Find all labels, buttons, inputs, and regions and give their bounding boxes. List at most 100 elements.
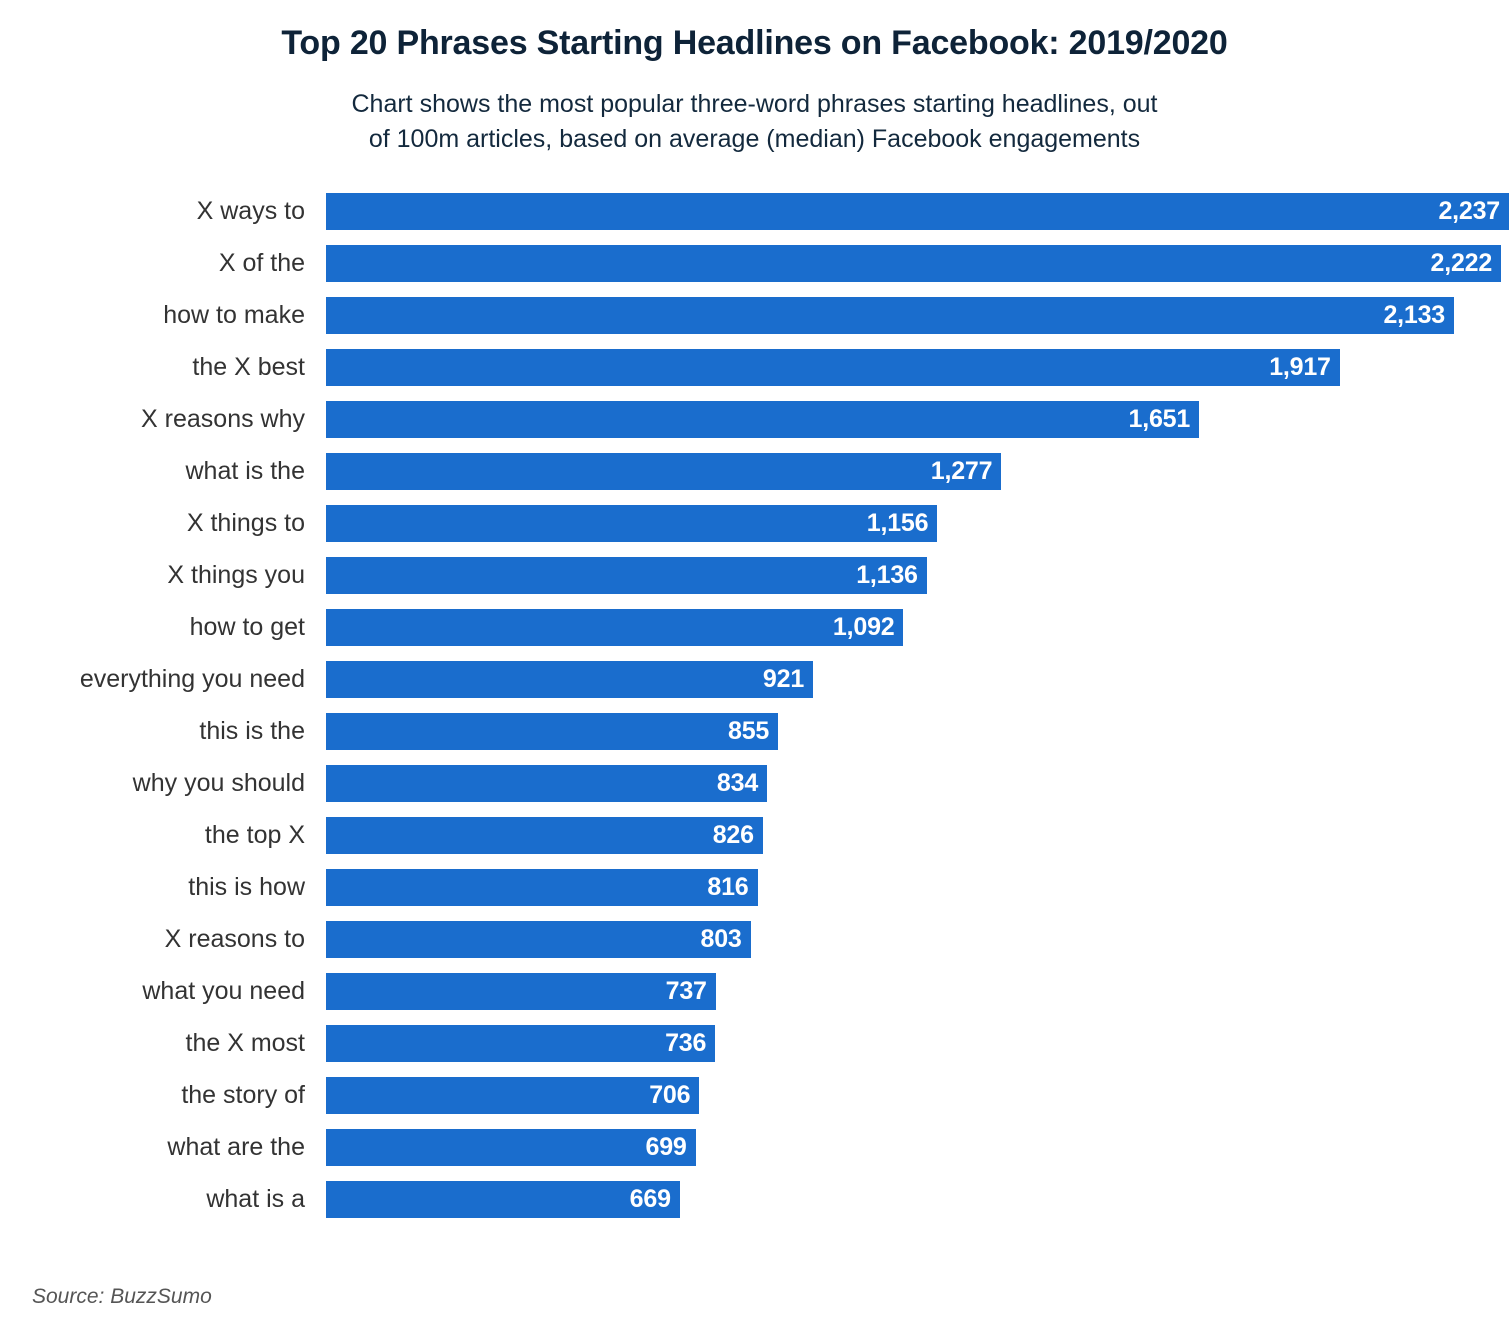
bar[interactable]: 855	[326, 713, 779, 750]
category-label: why you should	[132, 769, 305, 797]
category-label: the top X	[204, 821, 305, 849]
bar-value-label: 1,156	[866, 509, 929, 537]
bar[interactable]: 1,156	[326, 505, 938, 542]
bar-track: 921	[326, 661, 1509, 698]
bar-row: this is the 855	[0, 706, 1509, 758]
bar-track: 1,917	[326, 349, 1509, 386]
bar-track: 699	[326, 1129, 1509, 1166]
bar-row: what you need 737	[0, 966, 1509, 1018]
page-title: Top 20 Phrases Starting Headlines on Fac…	[281, 24, 1228, 62]
bar-track: 1,651	[326, 401, 1509, 438]
category-label: the X most	[185, 1029, 306, 1057]
bar-track: 736	[326, 1025, 1509, 1062]
bar-row: the story of 706	[0, 1070, 1509, 1122]
bar[interactable]: 834	[326, 765, 768, 802]
bar[interactable]: 706	[326, 1077, 700, 1114]
bar-row: X reasons why 1,651	[0, 394, 1509, 446]
bar-track: 826	[326, 817, 1509, 854]
bar-value-label: 816	[707, 873, 749, 901]
bar-track: 855	[326, 713, 1509, 750]
bar-value-label: 803	[700, 925, 742, 953]
category-label: X reasons why	[141, 405, 305, 433]
bar[interactable]: 1,092	[326, 609, 904, 646]
bar-row: why you should 834	[0, 758, 1509, 810]
bar-track: 706	[326, 1077, 1509, 1114]
chart-header: Top 20 Phrases Starting Headlines on Fac…	[0, 0, 1509, 158]
bar-track: 2,237	[326, 193, 1509, 230]
category-label: what are the	[167, 1133, 305, 1161]
category-label: everything you need	[79, 665, 305, 693]
chart-subtitle-line-1: Chart shows the most popular three-word …	[351, 89, 1158, 118]
bar-track: 669	[326, 1181, 1509, 1218]
bar-value-label: 2,133	[1383, 301, 1445, 329]
category-label: X of the	[218, 249, 305, 277]
bar-track: 1,156	[326, 505, 1509, 542]
bar-row: X reasons to 803	[0, 914, 1509, 966]
bar-value-label: 2,222	[1430, 249, 1493, 277]
bar-value-label: 855	[728, 717, 770, 745]
bar[interactable]: 736	[326, 1025, 716, 1062]
bar-row: what are the 699	[0, 1122, 1509, 1174]
bar-value-label: 826	[712, 821, 754, 849]
bar-row: this is how 816	[0, 862, 1509, 914]
bar-value-label: 1,277	[930, 457, 993, 485]
bar-row: how to make 2,133	[0, 290, 1509, 342]
bar[interactable]: 2,237	[326, 193, 1509, 230]
bar[interactable]: 1,277	[326, 453, 1002, 490]
bar-track: 834	[326, 765, 1509, 802]
category-label: the story of	[181, 1081, 305, 1109]
bar-track: 803	[326, 921, 1509, 958]
category-label: this is how	[188, 873, 305, 901]
bar[interactable]: 1,651	[326, 401, 1200, 438]
bar[interactable]: 803	[326, 921, 751, 958]
category-label: what is the	[185, 457, 305, 485]
bar-track: 2,133	[326, 297, 1509, 334]
bar[interactable]: 737	[326, 973, 716, 1010]
bar[interactable]: 669	[326, 1181, 680, 1218]
bar-row: the X best 1,917	[0, 342, 1509, 394]
bar-row: how to get 1,092	[0, 602, 1509, 654]
category-label: what you need	[142, 977, 305, 1005]
category-label: X ways to	[196, 197, 305, 225]
bar-value-label: 737	[665, 977, 707, 1005]
category-label: the X best	[192, 353, 305, 381]
bar-value-label: 1,651	[1128, 405, 1191, 433]
bar-row: X things you 1,136	[0, 550, 1509, 602]
category-label: how to get	[189, 613, 305, 641]
bar[interactable]: 2,133	[326, 297, 1454, 334]
bar[interactable]: 1,917	[326, 349, 1340, 386]
category-label: this is the	[199, 717, 305, 745]
bar-row: the X most 736	[0, 1018, 1509, 1070]
bar-row: X things to 1,156	[0, 498, 1509, 550]
bar-track: 737	[326, 973, 1509, 1010]
bar[interactable]: 699	[326, 1129, 696, 1166]
bar-row: X of the 2,222	[0, 238, 1509, 290]
bar-value-label: 1,092	[832, 613, 895, 641]
bar-value-label: 736	[665, 1029, 707, 1057]
bar[interactable]: 1,136	[326, 557, 927, 594]
bar[interactable]: 921	[326, 661, 814, 698]
source-note: Source: BuzzSumo	[32, 1285, 212, 1308]
bar[interactable]: 816	[326, 869, 758, 906]
bar-row: the top X 826	[0, 810, 1509, 862]
chart-subtitle-line-2: of 100m articles, based on average (medi…	[368, 125, 1141, 153]
bar-value-label: 921	[762, 665, 805, 693]
bar[interactable]: 826	[326, 817, 763, 854]
bar-value-label: 2,237	[1438, 197, 1500, 225]
bar-value-label: 699	[645, 1133, 687, 1161]
bar-row: what is the 1,277	[0, 446, 1509, 498]
bar-track: 816	[326, 869, 1509, 906]
bar-value-label: 1,917	[1269, 353, 1331, 381]
bar-value-label: 706	[649, 1081, 691, 1109]
category-label: X things to	[186, 509, 305, 537]
bar-track: 1,092	[326, 609, 1509, 646]
bar-track: 2,222	[326, 245, 1509, 282]
bar-row: what is a 669	[0, 1174, 1509, 1226]
chart-canvas: Top 20 Phrases Starting Headlines on Fac…	[0, 0, 1509, 1333]
category-label: X reasons to	[164, 925, 305, 953]
category-label: X things you	[167, 561, 305, 589]
bar-value-label: 834	[716, 769, 759, 797]
category-label: what is a	[206, 1185, 305, 1213]
bar-value-label: 1,136	[856, 561, 918, 589]
bar[interactable]: 2,222	[326, 245, 1502, 282]
